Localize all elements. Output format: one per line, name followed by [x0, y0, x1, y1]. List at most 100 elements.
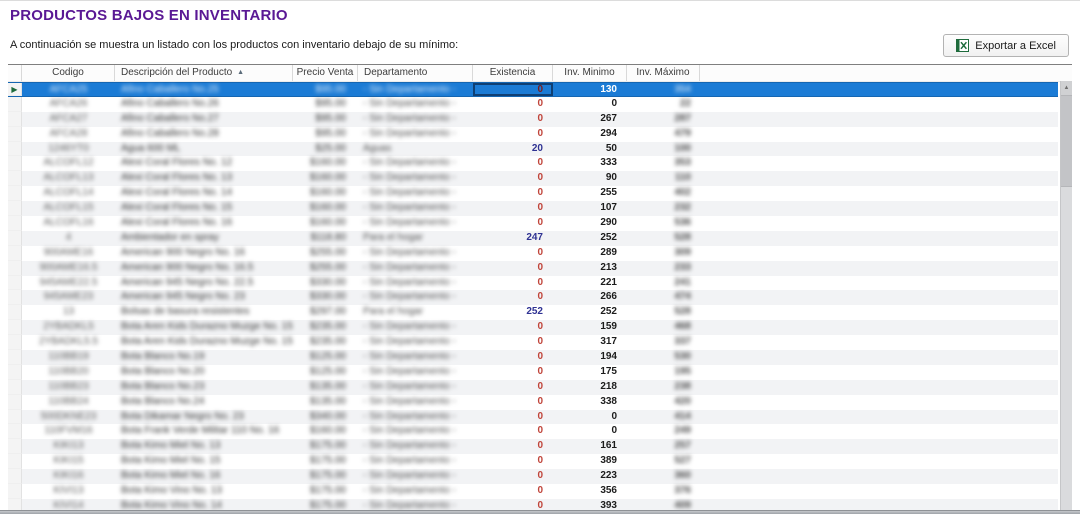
vertical-scrollbar[interactable]: ▲ — [1060, 81, 1072, 514]
cell-inv-maximo: 420 — [627, 395, 700, 410]
cell-codigo: AFCA26 — [22, 97, 115, 112]
cell-descripcion: Afino Caballero No.27 — [115, 112, 293, 127]
cell-existencia: 247 — [473, 231, 553, 246]
cell-inv-minimo: 50 — [553, 142, 627, 157]
column-header-inv-maximo[interactable]: Inv. Máximo — [627, 65, 700, 81]
cell-existencia: 0 — [473, 290, 553, 305]
table-row[interactable]: 1246YT0Agua 600 ML$25.00Aguas2050100 — [8, 142, 1058, 157]
table-row[interactable]: 4Ambientador en spray$118.80Para el hoga… — [8, 231, 1058, 246]
cell-departamento: - Sin Departamento - — [358, 350, 473, 365]
table-row[interactable]: AFCA27Afino Caballero No.27$95.00- Sin D… — [8, 112, 1058, 127]
cell-inv-minimo: 0 — [553, 410, 627, 425]
table-row[interactable]: 110BB19Bota Blanco No.19$125.00- Sin Dep… — [8, 350, 1058, 365]
cell-precio-venta: $235.00 — [293, 320, 358, 335]
table-row[interactable]: ALCOFL15Alexi Coral Flores No. 15$160.00… — [8, 201, 1058, 216]
table-row[interactable]: ALCOFL12Alexi Coral Flores No. 12$160.00… — [8, 156, 1058, 171]
cell-precio-venta: $160.00 — [293, 186, 358, 201]
table-row[interactable]: KIVI13Bota Kimo Vino No. 13$175.00- Sin … — [8, 484, 1058, 499]
export-to-excel-button[interactable]: Exportar a Excel — [943, 34, 1069, 57]
table-row[interactable]: 945AME22.5American 945 Negro No. 22.5$33… — [8, 276, 1058, 291]
table-row[interactable]: 2YBADKL5.5Bota Aren Kids Durazno Muzge N… — [8, 335, 1058, 350]
cell-descripcion: Bolsas de basura resistentes — [115, 305, 293, 320]
table-row[interactable]: KIKI13Bota Kimo Miel No. 13$175.00- Sin … — [8, 439, 1058, 454]
table-row[interactable]: KIKI16Bota Kimo Miel No. 16$175.00- Sin … — [8, 469, 1058, 484]
table-row[interactable]: AFCA26Afino Caballero No.26$95.00- Sin D… — [8, 97, 1058, 112]
cell-descripcion: Bota Dikamar Negro No. 23 — [115, 410, 293, 425]
cell-precio-venta: $118.80 — [293, 231, 358, 246]
cell-descripcion: Bota Kimo Miel No. 13 — [115, 439, 293, 454]
page-subtitle: A continuación se muestra un listado con… — [10, 39, 458, 51]
cell-precio-venta: $175.00 — [293, 469, 358, 484]
cell-existencia: 0 — [473, 365, 553, 380]
cell-codigo: 4 — [22, 231, 115, 246]
cell-existencia: 0 — [473, 469, 553, 484]
cell-existencia: 0 — [473, 156, 553, 171]
table-row[interactable]: ▶AFCA25Afino Caballero No.25$95.00- Sin … — [8, 82, 1058, 97]
cell-departamento: - Sin Departamento - — [358, 112, 473, 127]
table-row[interactable]: 110FVM16Bota Frank Verde Militar 110 No.… — [8, 424, 1058, 439]
cell-filler — [700, 365, 1058, 380]
scrollbar-thumb[interactable] — [1061, 95, 1072, 187]
cell-inv-minimo: 0 — [553, 97, 627, 112]
table-row[interactable]: 13Bolsas de basura resistentes$297.00Par… — [8, 305, 1058, 320]
column-header-precio-venta[interactable]: Precio Venta — [293, 65, 358, 81]
cell-inv-minimo: 289 — [553, 246, 627, 261]
cell-departamento: - Sin Departamento - — [358, 171, 473, 186]
table-row[interactable]: ALCOFL13Alexi Coral Flores No. 13$160.00… — [8, 171, 1058, 186]
column-header-existencia[interactable]: Existencia — [473, 65, 553, 81]
row-indicator-cell — [8, 127, 22, 142]
table-row[interactable]: 500DKNE23Bota Dikamar Negro No. 23$340.0… — [8, 410, 1058, 425]
table-row[interactable]: ALCOFL16Alexi Coral Flores No. 16$160.00… — [8, 216, 1058, 231]
table-row[interactable]: ALCOFL14Alexi Coral Flores No. 14$160.00… — [8, 186, 1058, 201]
table-row[interactable]: KIKI15Bota Kimo Miel No. 15$175.00- Sin … — [8, 454, 1058, 469]
scroll-up-button[interactable]: ▲ — [1061, 81, 1072, 95]
cell-departamento: - Sin Departamento - — [358, 216, 473, 231]
cell-filler — [700, 320, 1058, 335]
row-indicator-cell — [8, 290, 22, 305]
cell-inv-minimo: 356 — [553, 484, 627, 499]
cell-inv-maximo: 528 — [627, 231, 700, 246]
table-row[interactable]: 110BB23Bota Blanco No.23$135.00- Sin Dep… — [8, 380, 1058, 395]
cell-precio-venta: $235.00 — [293, 335, 358, 350]
table-row[interactable]: 110BB20Bota Blanco No.20$125.00- Sin Dep… — [8, 365, 1058, 380]
cell-filler — [700, 246, 1058, 261]
cell-descripcion: Bota Kimo Miel No. 16 — [115, 469, 293, 484]
column-header-descripcion[interactable]: Descripción del Producto▲ — [115, 65, 293, 81]
table-row[interactable]: 900AME16American 900 Negro No. 16$255.00… — [8, 246, 1058, 261]
table-row[interactable]: 945AME23American 945 Negro No. 23$330.00… — [8, 290, 1058, 305]
cell-codigo: KIVI13 — [22, 484, 115, 499]
cell-departamento: - Sin Departamento - — [358, 156, 473, 171]
cell-departamento: - Sin Departamento - — [358, 365, 473, 380]
cell-descripcion: American 900 Negro No. 16 — [115, 246, 293, 261]
cell-existencia: 0 — [473, 380, 553, 395]
cell-codigo: AFCA27 — [22, 112, 115, 127]
cell-codigo: KIKI15 — [22, 454, 115, 469]
table-row[interactable]: 110BB24Bota Blanco No.24$135.00- Sin Dep… — [8, 395, 1058, 410]
row-indicator-cell — [8, 112, 22, 127]
cell-descripcion: Alexi Coral Flores No. 12 — [115, 156, 293, 171]
cell-codigo: AFCA25 — [22, 83, 115, 96]
cell-precio-venta: $135.00 — [293, 380, 358, 395]
cell-existencia: 20 — [473, 142, 553, 157]
cell-codigo: 945AME23 — [22, 290, 115, 305]
cell-descripcion: American 945 Negro No. 23 — [115, 290, 293, 305]
row-indicator-cell — [8, 171, 22, 186]
cell-precio-venta: $297.00 — [293, 305, 358, 320]
cell-existencia: 0 — [473, 454, 553, 469]
cell-precio-venta: $255.00 — [293, 246, 358, 261]
sort-ascending-icon: ▲ — [237, 69, 244, 76]
column-header-inv-minimo[interactable]: Inv. Minimo — [553, 65, 627, 81]
table-row[interactable]: AFCA28Afino Caballero No.28$95.00- Sin D… — [8, 127, 1058, 142]
cell-descripcion: Bota Frank Verde Militar 110 No. 16 — [115, 424, 293, 439]
table-row[interactable]: 2YBADKL5Bota Aren Kids Durazno Muzge No.… — [8, 320, 1058, 335]
export-button-label: Exportar a Excel — [975, 40, 1056, 52]
cell-inv-maximo: 337 — [627, 335, 700, 350]
cell-filler — [700, 171, 1058, 186]
cell-departamento: - Sin Departamento - — [358, 127, 473, 142]
table-row[interactable]: 900AME16.5American 900 Negro No. 16.5$25… — [8, 261, 1058, 276]
cell-existencia: 0 — [473, 350, 553, 365]
column-header-codigo[interactable]: Codigo — [22, 65, 115, 81]
row-indicator-cell — [8, 231, 22, 246]
cell-existencia: 0 — [473, 186, 553, 201]
column-header-departamento[interactable]: Departamento — [358, 65, 473, 81]
